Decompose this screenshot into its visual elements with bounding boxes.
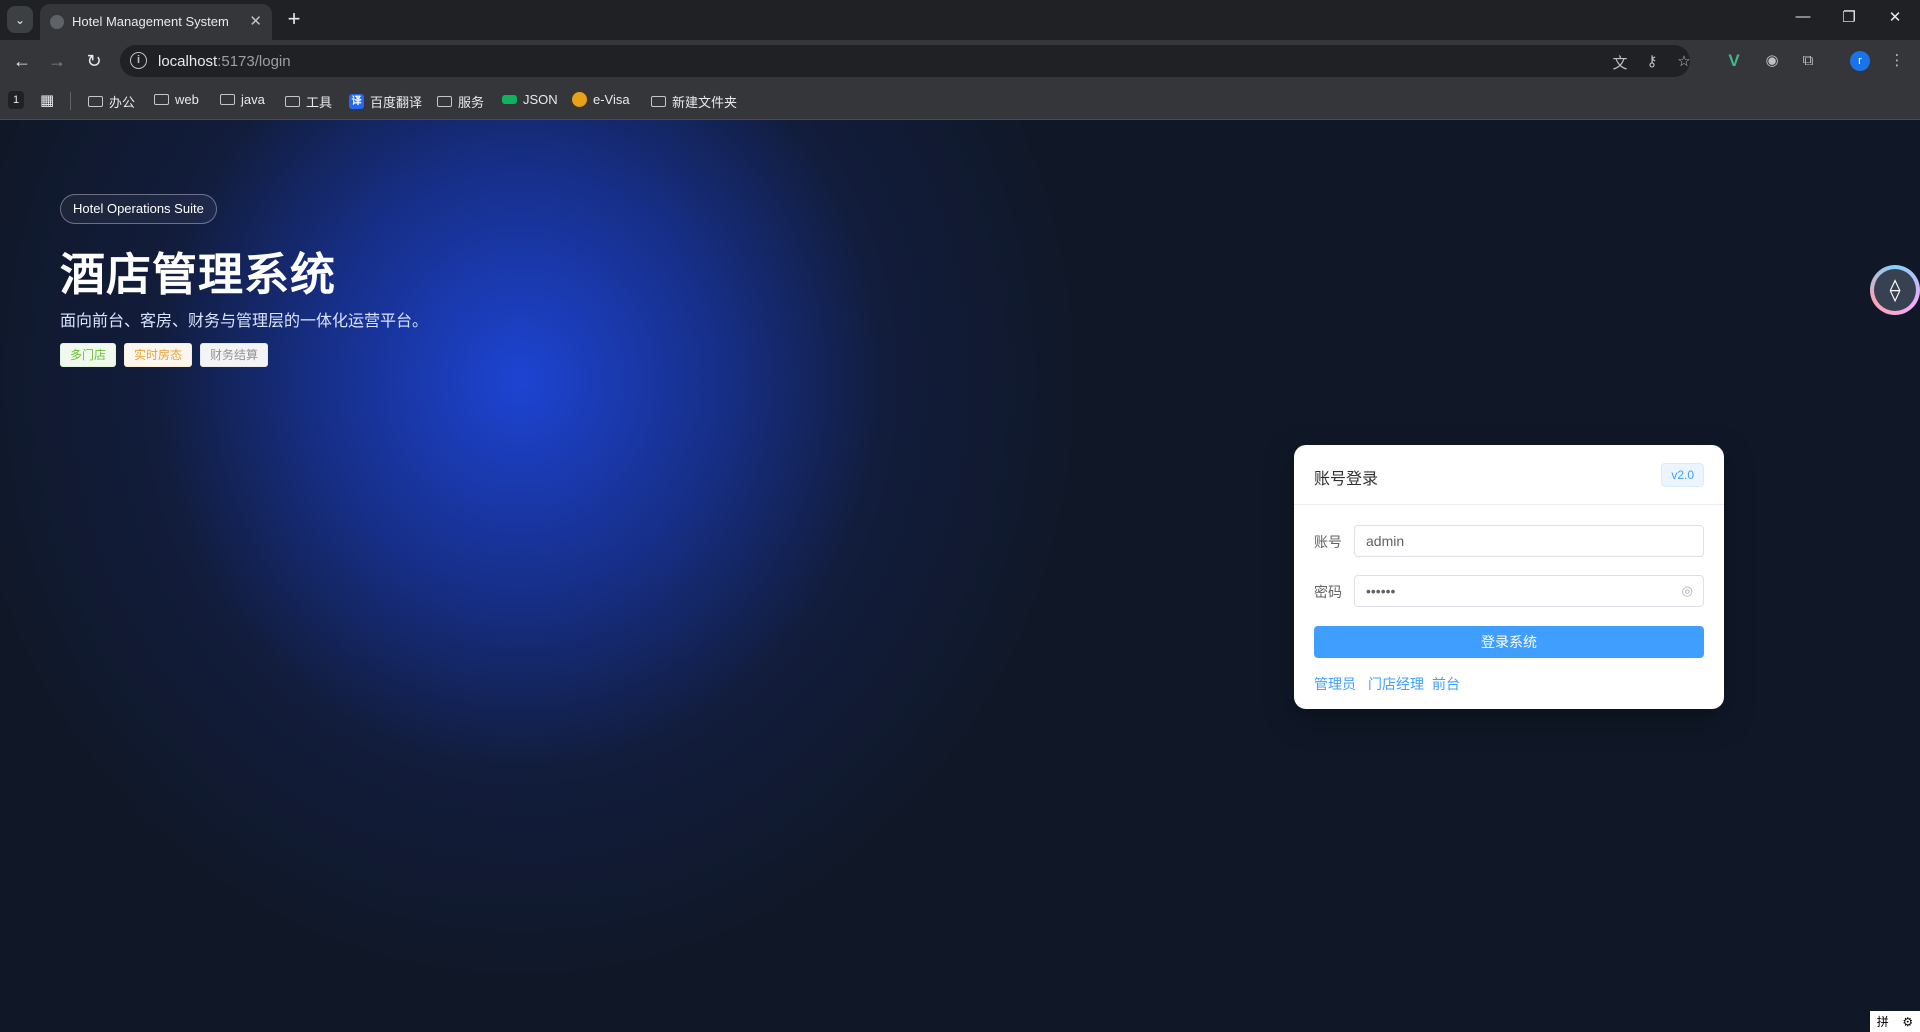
quick-login-admin-link[interactable]: 管理员 — [1314, 674, 1356, 694]
eye-hidden-icon[interactable]: ◎ — [1682, 576, 1693, 606]
globe-icon — [50, 15, 64, 29]
feature-tag: 实时房态 — [124, 343, 193, 367]
suite-badge: Hotel Operations Suite — [60, 194, 217, 224]
new-tab-button[interactable]: + — [280, 5, 308, 33]
bookmark-label: 新建文件夹 — [672, 95, 738, 110]
login-card-header: 账号登录 v2.0 — [1294, 445, 1724, 505]
page-viewport: Hotel Operations Suite 酒店管理系统 面向前台、客房、财务… — [0, 120, 1920, 1032]
bookmark-label: java — [241, 92, 265, 107]
bookmark-link[interactable]: 译百度翻译 — [349, 92, 422, 111]
reload-icon[interactable]: ↻ — [82, 49, 106, 73]
bookmark-divider — [70, 92, 71, 110]
password-input[interactable]: •••••• ◎ — [1354, 575, 1704, 607]
minimize-icon[interactable]: — — [1780, 8, 1826, 25]
bookmark-folder[interactable]: 新建文件夹 — [651, 92, 737, 111]
tab-title: Hotel Management System — [72, 14, 229, 29]
folder-icon — [154, 94, 169, 105]
version-badge: v2.0 — [1661, 463, 1704, 487]
apps-grid-icon[interactable]: ▦ — [40, 91, 54, 109]
bookmark-folder[interactable]: 办公 — [88, 92, 135, 111]
folder-icon — [220, 94, 235, 105]
quick-login-manager-link[interactable]: 门店经理 — [1368, 674, 1424, 694]
bookmark-star-icon[interactable]: ☆ — [1674, 52, 1694, 70]
forward-arrow-icon[interactable]: → — [45, 49, 69, 73]
quick-login-frontdesk-link[interactable]: 前台 — [1432, 674, 1460, 694]
evisa-icon — [572, 92, 587, 107]
feature-tag: 多门店 — [60, 343, 117, 367]
page-title: 酒店管理系统 — [60, 249, 337, 300]
json-icon — [502, 95, 517, 104]
account-input[interactable]: admin — [1354, 525, 1704, 557]
ime-settings-icon: ⚙ — [1902, 1014, 1914, 1029]
bookmark-folder[interactable]: java — [220, 92, 265, 107]
password-key-icon[interactable]: ⚷ — [1642, 52, 1662, 70]
bookmark-label: JSON — [523, 92, 558, 107]
bookmark-label: 办公 — [109, 95, 136, 110]
url-host: localhost — [158, 53, 218, 70]
folder-icon — [437, 96, 452, 107]
back-arrow-icon[interactable]: ← — [10, 49, 34, 73]
menu-kebab-icon[interactable]: ⋮ — [1887, 51, 1907, 71]
close-icon[interactable]: ✕ — [249, 12, 262, 30]
login-title: 账号登录 — [1314, 471, 1379, 488]
browser-toolbar: ← → ↻ i localhost:5173/login 文 ⚷ ☆ V ◉ ⧉… — [0, 40, 1920, 81]
account-value: admin — [1366, 533, 1405, 549]
address-bar[interactable]: i localhost:5173/login 文 ⚷ ☆ — [120, 45, 1691, 77]
login-card: 账号登录 v2.0 账号 admin 密码 •••••• ◎ 登录系统 管理员 … — [1294, 445, 1724, 709]
browser-tab-active[interactable]: Hotel Management System ✕ — [40, 4, 272, 40]
window-close-icon[interactable]: ✕ — [1872, 8, 1918, 26]
bookmark-label: 工具 — [306, 95, 333, 110]
bookmark-folder[interactable]: 工具 — [285, 92, 332, 111]
assistant-logo-icon: ⟠ — [1874, 269, 1916, 311]
ime-indicator[interactable]: 拼 ⚙ — [1870, 1011, 1920, 1032]
browser-tabstrip: ⌄ Hotel Management System ✕ + — ❐ ✕ — [0, 0, 1920, 40]
login-button[interactable]: 登录系统 — [1314, 626, 1704, 658]
translate-icon[interactable]: 文 — [1610, 52, 1630, 73]
ime-label: 拼 — [1876, 1015, 1889, 1029]
feature-tags: 多门店 实时房态 财务结算 — [60, 343, 269, 367]
bookmark-link[interactable]: JSON — [502, 92, 558, 107]
url-text[interactable]: localhost:5173/login — [158, 53, 291, 70]
baidu-translate-icon: 译 — [349, 94, 364, 109]
feature-tag: 财务结算 — [200, 343, 269, 367]
folder-icon — [88, 96, 103, 107]
account-label: 账号 — [1314, 534, 1342, 550]
vue-devtools-icon[interactable]: V — [1724, 51, 1744, 71]
bookmark-folder[interactable]: 服务 — [437, 92, 484, 111]
bookmark-link[interactable]: e-Visa — [572, 92, 630, 107]
profile-avatar[interactable]: r — [1850, 51, 1870, 71]
password-label: 密码 — [1314, 584, 1342, 600]
folder-icon — [651, 96, 666, 107]
tab-group-count[interactable]: 1 — [8, 91, 24, 109]
restore-icon[interactable]: ❐ — [1826, 8, 1872, 26]
tab-search-chevron-icon[interactable]: ⌄ — [7, 6, 33, 33]
floating-assistant-icon[interactable]: ⟠ — [1870, 265, 1920, 315]
folder-icon — [285, 96, 300, 107]
bookmark-label: 百度翻译 — [370, 95, 423, 110]
bookmarks-bar: 1 ▦ 办公 web java 工具 译百度翻译 服务 JSON e-Visa … — [0, 81, 1920, 120]
bookmark-label: e-Visa — [593, 92, 630, 107]
url-path: :5173/login — [217, 53, 291, 70]
page-subtitle: 面向前台、客房、财务与管理层的一体化运营平台。 — [60, 313, 429, 330]
password-value: •••••• — [1366, 583, 1396, 599]
site-info-icon[interactable]: i — [130, 52, 147, 69]
extensions-puzzle-icon[interactable]: ⧉ — [1798, 51, 1818, 71]
bookmark-label: web — [175, 92, 199, 107]
bookmark-folder[interactable]: web — [154, 92, 199, 107]
extension-circle-icon[interactable]: ◉ — [1762, 51, 1782, 71]
bookmark-label: 服务 — [458, 95, 485, 110]
